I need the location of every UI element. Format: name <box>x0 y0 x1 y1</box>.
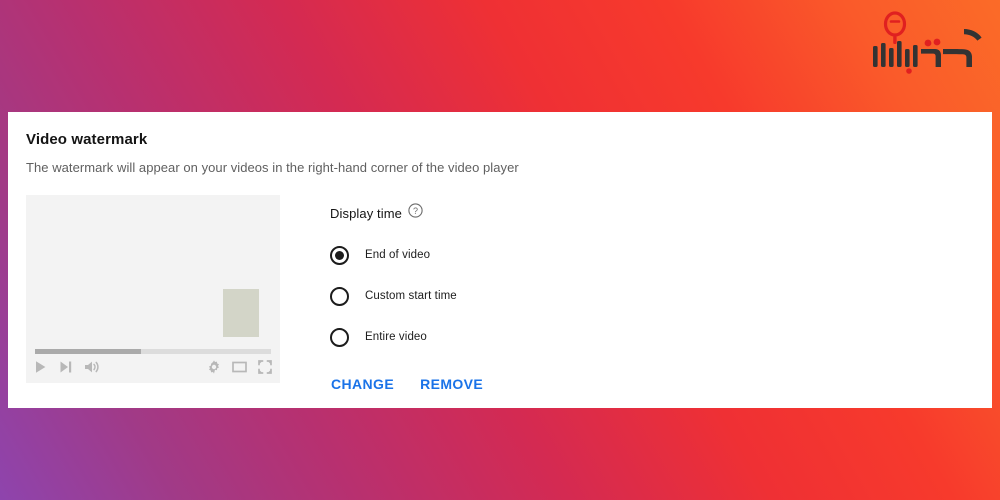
radio-custom-start-time[interactable]: Custom start time <box>330 286 483 306</box>
help-circle-icon[interactable]: ? <box>408 203 423 223</box>
display-time-label: Display time <box>330 205 402 221</box>
display-time-options: Display time ? End of video Custom start… <box>330 195 483 392</box>
magnifier-icon <box>883 11 907 37</box>
watermark-placeholder <box>223 289 259 337</box>
gear-icon[interactable] <box>207 360 221 374</box>
radio-label: Entire video <box>365 331 427 343</box>
volume-icon[interactable] <box>84 360 100 374</box>
svg-text:?: ? <box>413 206 418 216</box>
card-body: Display time ? End of video Custom start… <box>26 195 992 392</box>
radio-label: Custom start time <box>365 290 457 302</box>
radio-mark-selected[interactable] <box>330 245 349 265</box>
player-progress-fill <box>35 349 142 354</box>
display-time-header: Display time ? <box>330 203 483 223</box>
video-watermark-card: Video watermark The watermark will appea… <box>8 112 992 408</box>
page-title: Video watermark <box>26 131 148 148</box>
remove-button[interactable]: REMOVE <box>420 376 483 392</box>
card-subtitle: The watermark will appear on your videos… <box>26 160 519 175</box>
radio-end-of-video[interactable]: End of video <box>330 245 483 265</box>
fullscreen-icon[interactable] <box>258 360 272 374</box>
player-controls-right <box>207 360 272 374</box>
next-track-icon[interactable] <box>59 360 72 374</box>
change-button[interactable]: CHANGE <box>331 376 394 392</box>
theater-mode-icon[interactable] <box>232 360 247 374</box>
radio-label: End of video <box>365 249 431 261</box>
player-progress-bar[interactable] <box>35 349 271 354</box>
acharbaz-logo <box>866 4 992 76</box>
action-links: CHANGE REMOVE <box>331 376 483 392</box>
radio-mark[interactable] <box>330 286 349 306</box>
player-controls <box>34 356 272 378</box>
radio-mark[interactable] <box>330 327 349 347</box>
play-icon[interactable] <box>34 360 47 374</box>
video-player-preview <box>26 195 280 383</box>
radio-entire-video[interactable]: Entire video <box>330 327 483 347</box>
player-controls-left <box>34 360 100 374</box>
